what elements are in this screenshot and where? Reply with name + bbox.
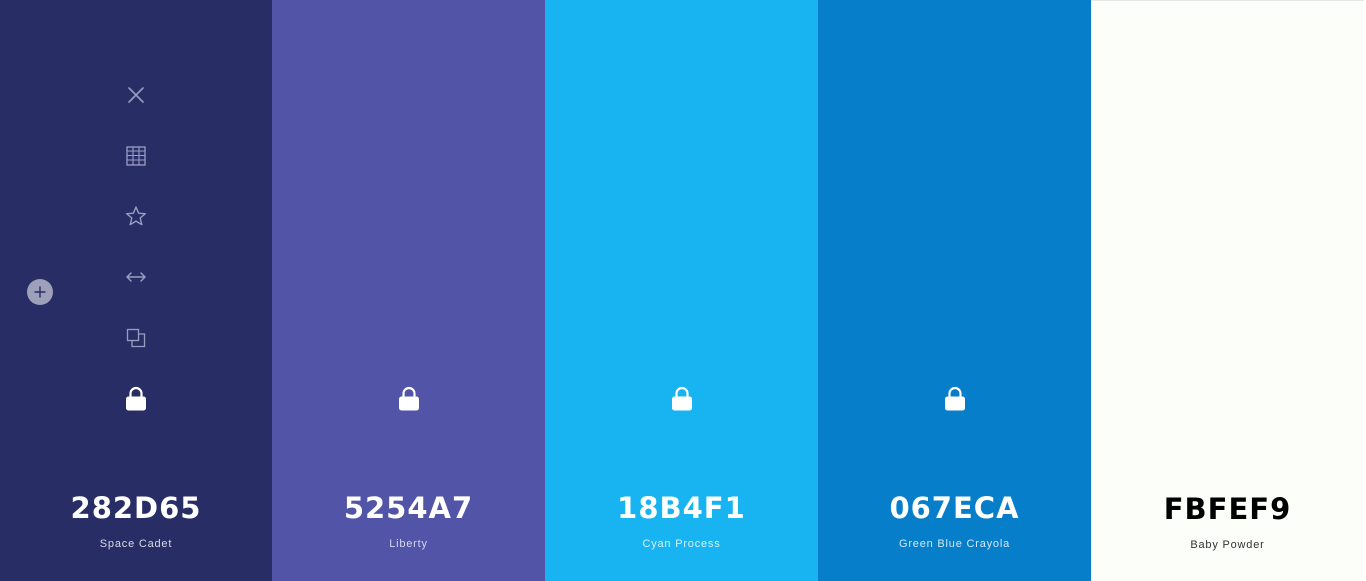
lock-button[interactable] [938, 382, 972, 416]
drag-handle[interactable] [119, 260, 153, 294]
star-icon [126, 206, 146, 226]
color-name: Baby Powder [1190, 539, 1265, 551]
save-color-button[interactable] [119, 199, 153, 233]
lock-icon [126, 386, 146, 411]
color-swatch-liberty[interactable]: 5254A7 Liberty [272, 0, 545, 581]
remove-color-button[interactable] [119, 78, 153, 112]
lock-icon [944, 386, 965, 411]
color-swatch-green-blue-crayola[interactable]: 067ECA Green Blue Crayola [818, 0, 1091, 581]
grid-icon [126, 146, 146, 166]
color-name: Green Blue Crayola [898, 538, 1010, 550]
swatch-toolbar [0, 78, 272, 381]
color-name: Cyan Process [642, 538, 721, 550]
hex-code[interactable]: 5254A7 [272, 489, 545, 527]
close-icon [128, 87, 144, 103]
palette: 282D65 Space Cadet 5254A7 Liberty 18B4F1… [0, 0, 1366, 581]
add-color-button[interactable] [27, 279, 53, 305]
plus-icon [34, 286, 46, 298]
hex-code[interactable]: 282D65 [0, 489, 272, 527]
hex-code[interactable]: FBFEF9 [1091, 490, 1364, 528]
lock-button[interactable] [665, 382, 699, 416]
lock-button[interactable] [392, 382, 426, 416]
lock-icon [671, 386, 692, 411]
drag-horizontal-icon [126, 272, 146, 282]
color-swatch-cyan-process[interactable]: 18B4F1 Cyan Process [545, 0, 818, 581]
hex-code[interactable]: 18B4F1 [545, 489, 818, 527]
color-name: Liberty [389, 538, 428, 550]
color-swatch-baby-powder[interactable]: FBFEF9 Baby Powder [1091, 0, 1364, 581]
view-shades-button[interactable] [119, 139, 153, 173]
copy-icon [126, 328, 146, 347]
lock-button[interactable] [119, 382, 153, 416]
hex-code[interactable]: 067ECA [818, 489, 1091, 527]
lock-icon [398, 386, 419, 411]
copy-color-button[interactable] [119, 321, 153, 355]
color-name: Space Cadet [99, 538, 173, 550]
